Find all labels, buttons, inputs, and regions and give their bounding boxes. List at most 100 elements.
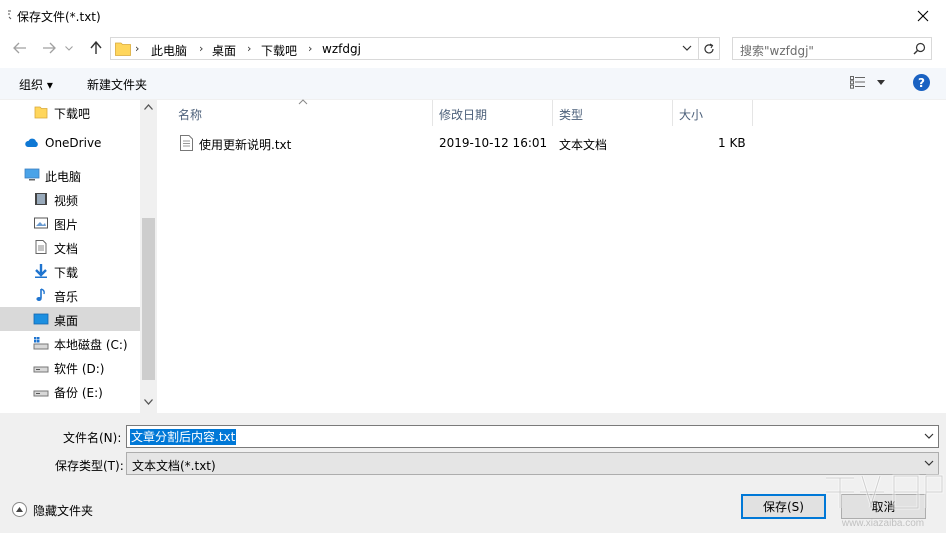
cloud-icon [25,138,38,147]
organize-menu[interactable]: 组织 ▾ [19,76,53,93]
breadcrumb-this-pc[interactable]: 此电脑 [151,42,187,59]
new-folder-button[interactable]: 新建文件夹 [87,76,147,93]
file-modified: 2019-10-12 16:01 [439,136,548,150]
forward-button[interactable] [38,38,60,58]
arrow-up-icon [90,41,102,54]
filename-label: 文件名(N): [63,431,122,445]
file-name: 使用更新说明.txt [199,138,292,152]
column-header-type[interactable]: 类型 [559,106,583,123]
up-button[interactable] [85,38,107,58]
text-file-icon [180,135,193,151]
refresh-button[interactable] [699,37,720,60]
sidebar-item-label: OneDrive [45,136,102,150]
chevron-up-icon [16,507,23,512]
file-list: 名称 修改日期 类型 大小 使用更新说明.txt 2019-10-12 16:0… [157,99,946,413]
sidebar-item-drive-c[interactable]: 本地磁盘 (C:) [0,331,140,355]
sidebar-item-drive-e[interactable]: 备份 (E:) [0,379,140,403]
filetype-value: 文本文档(*.txt) [132,459,216,473]
drive-icon [33,366,49,373]
chevron-down-icon [65,45,73,51]
sidebar-item-drive-d[interactable]: 软件 (D:) [0,355,140,379]
drive-icon [33,390,49,397]
file-row[interactable]: 使用更新说明.txt 2019-10-12 16:01 文本文档 1 KB [173,132,753,154]
system-drive-icon [33,337,49,350]
column-divider[interactable] [552,100,553,126]
column-divider[interactable] [752,100,753,126]
sidebar-item-downloads[interactable]: 下载 [0,259,140,283]
sidebar-item-label: 软件 (D:) [54,362,105,376]
sidebar-item-onedrive[interactable]: OneDrive [0,131,140,155]
back-button[interactable] [9,38,31,58]
watermark-text: www.xiazaiba.com [841,518,924,529]
scrollbar-thumb[interactable] [142,218,155,380]
chevron-down-icon[interactable] [144,399,153,405]
file-size: 1 KB [718,136,746,150]
column-header-modified[interactable]: 修改日期 [439,106,487,123]
hide-folders-label: 隐藏文件夹 [33,504,94,518]
video-icon [35,193,47,205]
chevron-down-icon[interactable] [877,80,885,85]
sort-ascending-icon [298,99,308,105]
address-bar[interactable]: › 此电脑 › 桌面 › 下载吧 › wzfdgj [110,37,699,60]
chevron-down-icon[interactable] [682,41,692,55]
app-icon [8,10,12,20]
breadcrumb-desktop[interactable]: 桌面 [212,42,236,59]
breadcrumb-xiazaiba[interactable]: 下载吧 [261,42,297,59]
refresh-icon [704,43,714,53]
folder-icon [34,106,48,119]
sidebar-item-label: 此电脑 [45,170,82,184]
close-button[interactable] [900,0,946,31]
sidebar-item-music[interactable]: 音乐 [0,283,140,307]
sidebar-item-desktop[interactable]: 桌面 [0,307,140,331]
sidebar-item-label: 图片 [54,218,79,232]
filename-value: 文章分割后内容.txt [130,429,237,445]
breadcrumb-separator: › [199,42,204,55]
sidebar-item-xiazaiba[interactable]: 下载吧 [0,100,140,124]
sidebar-item-label: 音乐 [54,290,79,304]
filetype-label: 保存类型(T): [55,459,124,473]
window-title: 保存文件(*.txt) [17,10,101,24]
computer-icon [24,168,40,181]
arrow-left-icon [13,42,26,54]
command-bar: 组织 ▾ 新建文件夹 [0,68,946,100]
chevron-down-icon[interactable] [924,431,934,441]
navigation-pane: 下载吧 OneDrive 此电脑 视频 图片 文档 下载 音乐 桌面 本地磁盘 … [0,100,157,413]
breadcrumb-separator: › [135,42,140,55]
sidebar-item-label: 备份 (E:) [54,386,103,400]
search-icon [913,42,926,55]
recent-locations-button[interactable] [62,38,76,58]
search-placeholder: 搜索"wzfdgj" [740,44,814,58]
collapse-circle [12,502,27,517]
chevron-down-icon [924,460,934,466]
breadcrumb-wzfdgj[interactable]: wzfdgj [322,42,361,56]
music-icon [36,288,45,301]
column-header-name[interactable]: 名称 [178,106,202,123]
chevron-up-icon[interactable] [144,104,153,110]
sidebar-item-videos[interactable]: 视频 [0,187,140,211]
desktop-icon [33,313,49,325]
filetype-select[interactable]: 文本文档(*.txt) [126,452,939,475]
sidebar-scrollbar[interactable] [140,100,157,413]
folder-icon [115,42,131,56]
sidebar-item-label: 文档 [54,242,79,256]
watermark-logo: www.xiazaiba.com [826,474,944,529]
sidebar-item-pictures[interactable]: 图片 [0,211,140,235]
sidebar-item-label: 下载 [54,266,79,280]
breadcrumb-separator: › [247,42,252,55]
documents-icon [35,240,47,254]
search-input[interactable]: 搜索"wzfdgj" [732,37,932,60]
save-button[interactable]: 保存(S) [741,494,826,519]
filename-input[interactable]: 文章分割后内容.txt [126,425,939,448]
close-icon [917,10,929,21]
sidebar-item-documents[interactable]: 文档 [0,235,140,259]
view-options-icon[interactable] [850,76,866,89]
sidebar-item-this-pc[interactable]: 此电脑 [0,163,140,187]
sidebar-item-label: 本地磁盘 (C:) [54,338,128,352]
file-type: 文本文档 [559,138,608,152]
column-header-size[interactable]: 大小 [679,106,703,123]
column-divider[interactable] [432,100,433,126]
help-button[interactable]: ? [913,74,930,91]
sidebar-item-label: 下载吧 [54,107,91,121]
column-divider[interactable] [672,100,673,126]
sidebar-item-label: 桌面 [54,314,79,328]
